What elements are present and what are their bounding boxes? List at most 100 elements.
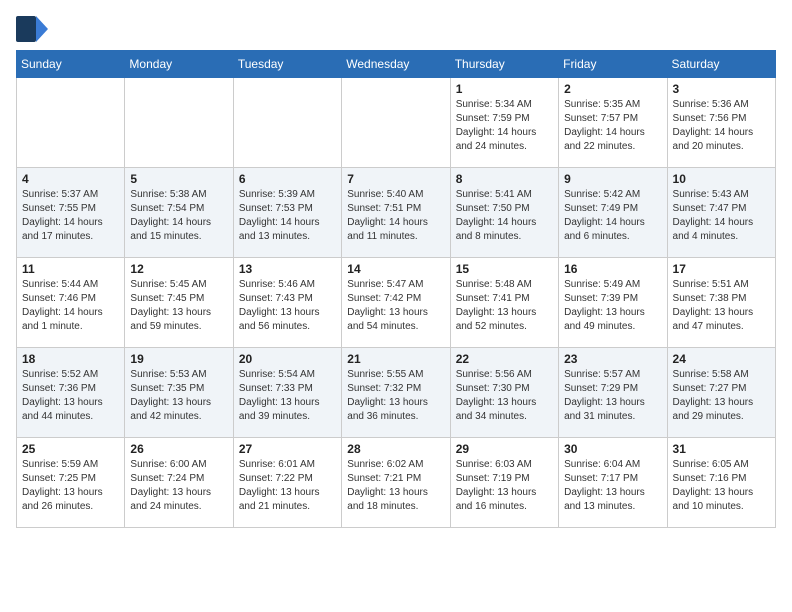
calendar-cell: 10 Sunrise: 5:43 AMSunset: 7:47 PMDayligh… [667, 168, 775, 258]
page-header [16, 16, 776, 42]
calendar-cell: 8 Sunrise: 5:41 AMSunset: 7:50 PMDaylight… [450, 168, 558, 258]
calendar-cell [342, 78, 450, 168]
day-number: 27 [239, 442, 336, 456]
logo [16, 16, 52, 42]
day-info: Sunrise: 5:58 AMSunset: 7:27 PMDaylight:… [673, 368, 770, 424]
day-number: 2 [564, 82, 661, 96]
header-cell-monday: Monday [125, 51, 233, 78]
day-number: 15 [456, 262, 553, 276]
day-number: 4 [22, 172, 119, 186]
day-info: Sunrise: 6:02 AMSunset: 7:21 PMDaylight:… [347, 458, 444, 514]
calendar-cell: 4 Sunrise: 5:37 AMSunset: 7:55 PMDaylight… [17, 168, 125, 258]
calendar-cell: 1Sunrise: 5:34 AMSunset: 7:59 PMDaylight… [450, 78, 558, 168]
calendar-cell: 20Sunrise: 5:54 AMSunset: 7:33 PMDayligh… [233, 348, 341, 438]
calendar-cell: 3 Sunrise: 5:36 AMSunset: 7:56 PMDaylight… [667, 78, 775, 168]
calendar-week-1: 1Sunrise: 5:34 AMSunset: 7:59 PMDaylight… [17, 78, 776, 168]
calendar-cell: 19 Sunrise: 5:53 AMSunset: 7:35 PMDayligh… [125, 348, 233, 438]
day-info: Sunrise: 5:34 AMSunset: 7:59 PMDaylight:… [456, 98, 553, 154]
calendar-cell: 30Sunrise: 6:04 AMSunset: 7:17 PMDayligh… [559, 438, 667, 528]
day-info: Sunrise: 6:05 AMSunset: 7:16 PMDaylight:… [673, 458, 770, 514]
calendar-cell: 26 Sunrise: 6:00 AMSunset: 7:24 PMDayligh… [125, 438, 233, 528]
calendar-cell: 18 Sunrise: 5:52 AMSunset: 7:36 PMDayligh… [17, 348, 125, 438]
day-info: Sunrise: 5:37 AMSunset: 7:55 PMDaylight:… [22, 188, 119, 244]
header-cell-sunday: Sunday [17, 51, 125, 78]
calendar-cell: 17 Sunrise: 5:51 AMSunset: 7:38 PMDayligh… [667, 258, 775, 348]
calendar-cell: 27 Sunrise: 6:01 AMSunset: 7:22 PMDayligh… [233, 438, 341, 528]
day-info: Sunrise: 5:38 AMSunset: 7:54 PMDaylight:… [130, 188, 227, 244]
logo-icon [16, 16, 48, 42]
calendar-header: SundayMondayTuesdayWednesdayThursdayFrid… [17, 51, 776, 78]
day-number: 23 [564, 352, 661, 366]
day-number: 9 [564, 172, 661, 186]
day-info: Sunrise: 5:41 AMSunset: 7:50 PMDaylight:… [456, 188, 553, 244]
day-number: 30 [564, 442, 661, 456]
day-info: Sunrise: 5:46 AMSunset: 7:43 PMDaylight:… [239, 278, 336, 334]
day-info: Sunrise: 5:43 AMSunset: 7:47 PMDaylight:… [673, 188, 770, 244]
day-number: 18 [22, 352, 119, 366]
calendar-cell: 25Sunrise: 5:59 AMSunset: 7:25 PMDayligh… [17, 438, 125, 528]
calendar-week-2: 4 Sunrise: 5:37 AMSunset: 7:55 PMDaylight… [17, 168, 776, 258]
calendar-cell: 31 Sunrise: 6:05 AMSunset: 7:16 PMDayligh… [667, 438, 775, 528]
day-number: 6 [239, 172, 336, 186]
day-info: Sunrise: 6:01 AMSunset: 7:22 PMDaylight:… [239, 458, 336, 514]
day-number: 13 [239, 262, 336, 276]
day-info: Sunrise: 5:36 AMSunset: 7:56 PMDaylight:… [673, 98, 770, 154]
calendar-cell [233, 78, 341, 168]
day-info: Sunrise: 5:48 AMSunset: 7:41 PMDaylight:… [456, 278, 553, 334]
day-info: Sunrise: 5:44 AMSunset: 7:46 PMDaylight:… [22, 278, 119, 334]
day-info: Sunrise: 5:42 AMSunset: 7:49 PMDaylight:… [564, 188, 661, 244]
calendar-cell: 28 Sunrise: 6:02 AMSunset: 7:21 PMDayligh… [342, 438, 450, 528]
calendar-cell: 29 Sunrise: 6:03 AMSunset: 7:19 PMDayligh… [450, 438, 558, 528]
day-number: 16 [564, 262, 661, 276]
header-cell-thursday: Thursday [450, 51, 558, 78]
calendar-cell: 12Sunrise: 5:45 AMSunset: 7:45 PMDayligh… [125, 258, 233, 348]
calendar-cell: 9 Sunrise: 5:42 AMSunset: 7:49 PMDaylight… [559, 168, 667, 258]
day-info: Sunrise: 5:35 AMSunset: 7:57 PMDaylight:… [564, 98, 661, 154]
day-info: Sunrise: 6:00 AMSunset: 7:24 PMDaylight:… [130, 458, 227, 514]
day-info: Sunrise: 5:49 AMSunset: 7:39 PMDaylight:… [564, 278, 661, 334]
calendar-cell [125, 78, 233, 168]
day-number: 25 [22, 442, 119, 456]
day-info: Sunrise: 6:03 AMSunset: 7:19 PMDaylight:… [456, 458, 553, 514]
calendar-cell: 24 Sunrise: 5:58 AMSunset: 7:27 PMDayligh… [667, 348, 775, 438]
day-number: 10 [673, 172, 770, 186]
day-info: Sunrise: 5:55 AMSunset: 7:32 PMDaylight:… [347, 368, 444, 424]
day-info: Sunrise: 5:40 AMSunset: 7:51 PMDaylight:… [347, 188, 444, 244]
day-number: 8 [456, 172, 553, 186]
day-number: 19 [130, 352, 227, 366]
calendar-week-5: 25Sunrise: 5:59 AMSunset: 7:25 PMDayligh… [17, 438, 776, 528]
day-info: Sunrise: 5:57 AMSunset: 7:29 PMDaylight:… [564, 368, 661, 424]
day-info: Sunrise: 5:56 AMSunset: 7:30 PMDaylight:… [456, 368, 553, 424]
calendar-cell: 5 Sunrise: 5:38 AMSunset: 7:54 PMDaylight… [125, 168, 233, 258]
calendar-cell: 23 Sunrise: 5:57 AMSunset: 7:29 PMDayligh… [559, 348, 667, 438]
calendar-body: 1Sunrise: 5:34 AMSunset: 7:59 PMDaylight… [17, 78, 776, 528]
calendar-week-3: 11 Sunrise: 5:44 AMSunset: 7:46 PMDayligh… [17, 258, 776, 348]
day-info: Sunrise: 5:53 AMSunset: 7:35 PMDaylight:… [130, 368, 227, 424]
day-number: 26 [130, 442, 227, 456]
calendar-cell: 16 Sunrise: 5:49 AMSunset: 7:39 PMDayligh… [559, 258, 667, 348]
calendar-cell: 2 Sunrise: 5:35 AMSunset: 7:57 PMDaylight… [559, 78, 667, 168]
calendar-table: SundayMondayTuesdayWednesdayThursdayFrid… [16, 50, 776, 528]
day-number: 11 [22, 262, 119, 276]
day-info: Sunrise: 5:47 AMSunset: 7:42 PMDaylight:… [347, 278, 444, 334]
header-cell-tuesday: Tuesday [233, 51, 341, 78]
header-cell-friday: Friday [559, 51, 667, 78]
day-number: 29 [456, 442, 553, 456]
calendar-cell: 14Sunrise: 5:47 AMSunset: 7:42 PMDayligh… [342, 258, 450, 348]
day-info: Sunrise: 5:52 AMSunset: 7:36 PMDaylight:… [22, 368, 119, 424]
day-number: 28 [347, 442, 444, 456]
day-number: 24 [673, 352, 770, 366]
calendar-cell: 21Sunrise: 5:55 AMSunset: 7:32 PMDayligh… [342, 348, 450, 438]
day-number: 31 [673, 442, 770, 456]
calendar-cell: 11 Sunrise: 5:44 AMSunset: 7:46 PMDayligh… [17, 258, 125, 348]
day-info: Sunrise: 5:45 AMSunset: 7:45 PMDaylight:… [130, 278, 227, 334]
day-number: 17 [673, 262, 770, 276]
day-info: Sunrise: 5:54 AMSunset: 7:33 PMDaylight:… [239, 368, 336, 424]
day-number: 3 [673, 82, 770, 96]
calendar-cell: 13 Sunrise: 5:46 AMSunset: 7:43 PMDayligh… [233, 258, 341, 348]
calendar-cell: 22 Sunrise: 5:56 AMSunset: 7:30 PMDayligh… [450, 348, 558, 438]
day-info: Sunrise: 5:51 AMSunset: 7:38 PMDaylight:… [673, 278, 770, 334]
day-number: 22 [456, 352, 553, 366]
header-cell-saturday: Saturday [667, 51, 775, 78]
day-number: 5 [130, 172, 227, 186]
